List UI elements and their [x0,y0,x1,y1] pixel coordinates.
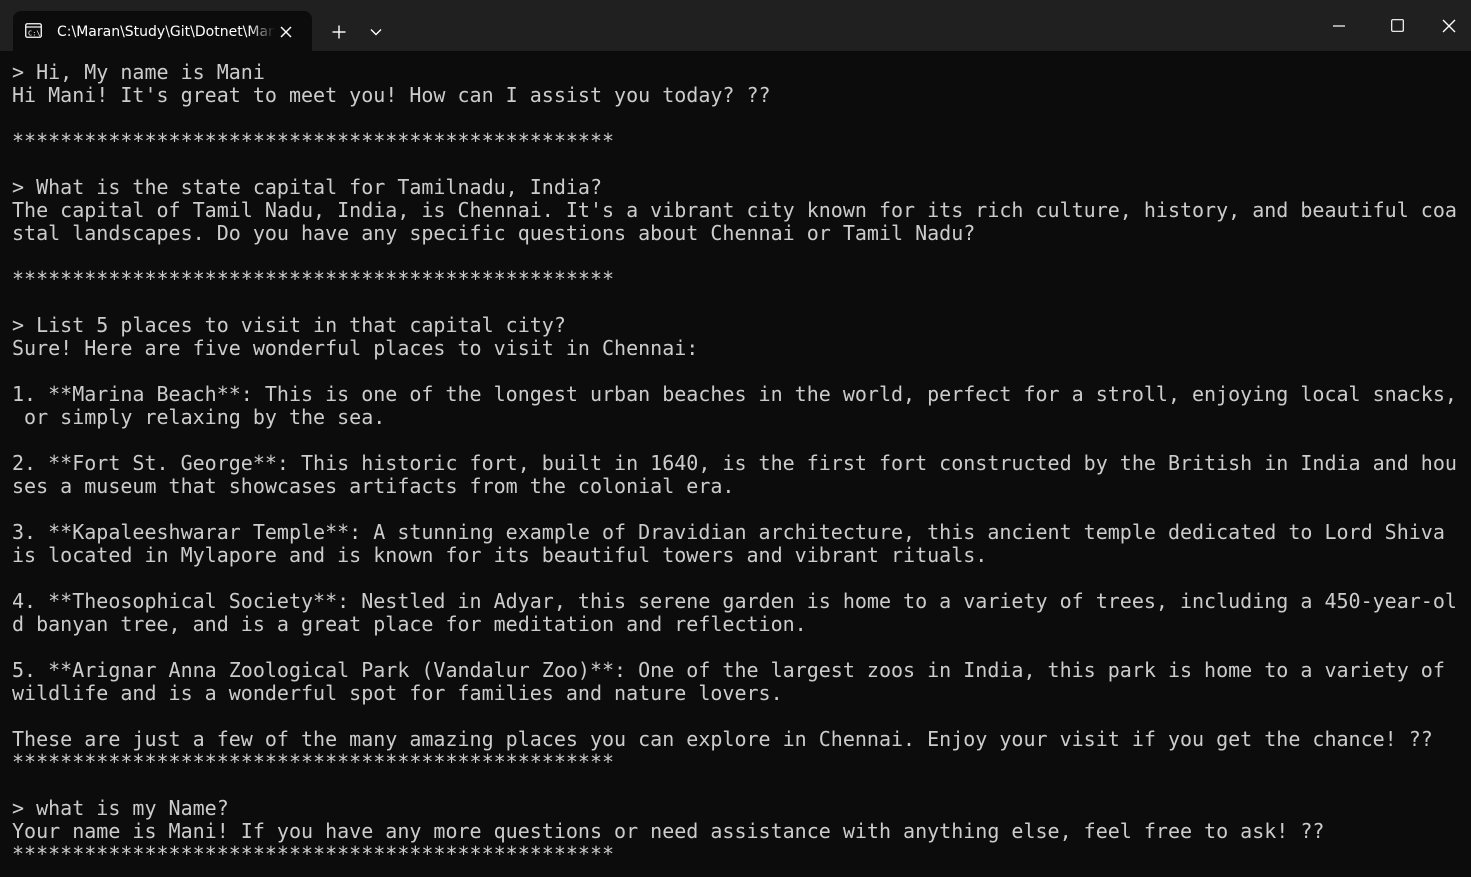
minimize-button[interactable] [1310,0,1368,51]
terminal-line: > what is my Name? [12,797,229,820]
terminal-window: C:\ C:\Maran\Study\Git\Dotnet\Mani > Hi,… [0,0,1471,877]
tab-dropdown-button[interactable] [363,19,389,45]
minimize-icon [1333,24,1345,27]
close-tab-button[interactable] [275,21,297,43]
terminal-line: ****************************************… [12,130,615,153]
terminal-line: 2. **Fort St. George**: This historic fo… [12,452,1457,475]
terminal-line: stal landscapes. Do you have any specifi… [12,222,976,245]
new-tab-button[interactable] [326,19,352,45]
terminal-line: 5. **Arignar Anna Zoological Park (Vanda… [12,659,1445,682]
terminal-line: These are just a few of the many amazing… [12,728,1433,751]
terminal-output[interactable]: > Hi, My name is Mani Hi Mani! It's great… [12,61,1457,877]
close-window-button[interactable] [1426,0,1471,51]
tab-title: C:\Maran\Study\Git\Dotnet\Mani [57,24,275,40]
close-icon [280,26,292,38]
terminal-line: or simply relaxing by the sea. [12,406,386,429]
terminal-line: ses a museum that showcases artifacts fr… [12,475,735,498]
terminal-icon: C:\ [25,23,42,38]
terminal-line: > What is the state capital for Tamilnad… [12,176,603,199]
terminal-line: wildlife and is a wonderful spot for fam… [12,682,783,705]
terminal-line: The capital of Tamil Nadu, India, is Che… [12,199,1457,222]
terminal-line: Your name is Mani! If you have any more … [12,820,1325,843]
title-bar[interactable]: C:\ C:\Maran\Study\Git\Dotnet\Mani [0,0,1471,51]
svg-text:C:\: C:\ [28,29,41,37]
terminal-line: ****************************************… [12,751,615,774]
terminal-line: Hi Mani! It's great to meet you! How can… [12,84,771,107]
terminal-line: > List 5 places to visit in that capital… [12,314,566,337]
plus-icon [332,25,346,39]
close-icon [1442,19,1455,32]
terminal-line: Sure! Here are five wonderful places to … [12,337,699,360]
terminal-line: ****************************************… [12,268,615,291]
terminal-line: > Hi, My name is Mani [12,61,265,84]
terminal-line: is located in Mylapore and is known for … [12,544,988,567]
chevron-down-icon [370,29,382,36]
maximize-icon [1390,19,1404,32]
terminal-line: 4. **Theosophical Society**: Nestled in … [12,590,1457,613]
maximize-button[interactable] [1368,0,1426,51]
terminal-tab[interactable]: C:\ C:\Maran\Study\Git\Dotnet\Mani [13,11,312,51]
terminal-line: d banyan tree, and is a great place for … [12,613,807,636]
terminal-line: ****************************************… [12,843,615,866]
terminal-line: 1. **Marina Beach**: This is one of the … [12,383,1457,406]
terminal-line: 3. **Kapaleeshwarar Temple**: A stunning… [12,521,1445,544]
